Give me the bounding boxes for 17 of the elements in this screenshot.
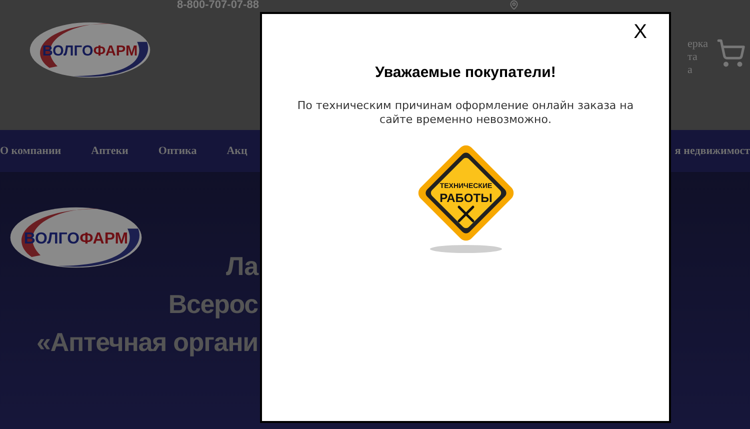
header-link-text: та bbox=[688, 51, 698, 64]
close-button[interactable]: X bbox=[634, 22, 647, 42]
nav-link[interactable]: я недвижимост bbox=[674, 142, 750, 160]
banner-heading-line: Всерос bbox=[168, 288, 258, 321]
nav-link[interactable]: Оптика bbox=[158, 142, 197, 160]
header-link-text: ерка bbox=[688, 38, 708, 51]
location-pin-icon bbox=[508, 0, 519, 10]
banner-heading-line: «Аптечная органи bbox=[36, 326, 258, 359]
banner-heading-line: Ла bbox=[226, 250, 258, 283]
phone-number: 8-800-707-07-88 bbox=[177, 0, 259, 11]
nav-link[interactable]: Акц bbox=[226, 142, 248, 160]
modal-message: По техническим причинам оформление онлайн заказа на сайте временно невозможно. bbox=[296, 98, 635, 126]
nav-link[interactable]: О компании bbox=[0, 142, 62, 160]
nav-link[interactable]: Аптеки bbox=[91, 142, 128, 160]
header-link-text: а bbox=[688, 64, 694, 77]
cart-icon[interactable] bbox=[716, 38, 746, 68]
modal-title: Уважаемые покупатели! bbox=[375, 63, 556, 83]
